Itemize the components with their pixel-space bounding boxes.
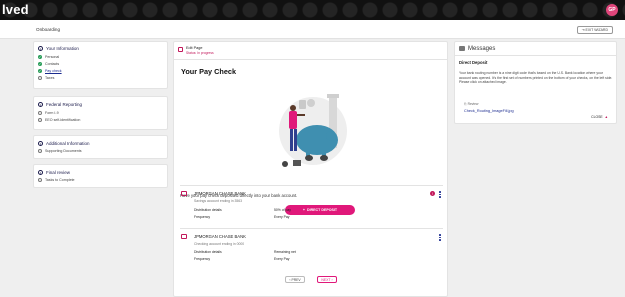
- check-icon: ✓: [38, 61, 42, 66]
- bank-icon: [181, 191, 187, 196]
- sidebar-item-eeo[interactable]: EEO self-identification: [34, 116, 167, 123]
- status-circle-icon: [38, 148, 42, 153]
- sidebar-item-pay-check[interactable]: ✓ Pay check: [34, 67, 167, 74]
- account-subtitle: Checking account ending in 0000: [194, 242, 245, 246]
- review-label: ⎘ Review: [464, 102, 479, 106]
- chevron-right-icon: ›: [331, 277, 333, 282]
- step-number: 3: [38, 141, 43, 146]
- next-button[interactable]: NEXT ›: [317, 276, 337, 283]
- chevron-left-icon: ‹: [289, 277, 291, 282]
- status-circle-icon: [38, 117, 42, 122]
- app-logo: lved: [2, 2, 29, 17]
- section-title: Your Information: [46, 46, 79, 51]
- account-card: JPMORGAN CHASE BANK Checking account end…: [180, 228, 443, 272]
- edit-page-icon: [178, 47, 183, 52]
- chevron-up-icon: ▲: [604, 115, 608, 119]
- section-title: Additional Information: [46, 141, 90, 146]
- bank-icon: [181, 234, 187, 239]
- page-title: Onboarding: [36, 27, 61, 32]
- edit-page-title: Edit Page: [186, 46, 203, 50]
- detail-row: Distribution details 50% of pay: [194, 208, 291, 212]
- message-body: Your bank routing number is a nine digit…: [459, 71, 613, 85]
- exit-wizard-label: EXIT WIZARD: [585, 27, 609, 32]
- prev-button[interactable]: ‹ PREV: [285, 276, 305, 283]
- status-circle-icon: [38, 177, 42, 182]
- step-number: 4: [38, 170, 43, 175]
- user-avatar[interactable]: GP: [606, 4, 618, 16]
- sidebar-section-additional-information: 3 Additional Information Supporting Docu…: [33, 135, 168, 159]
- check-icon: ✓: [38, 68, 42, 73]
- page-header: Onboarding ⇥ EXIT WIZARD: [0, 20, 625, 39]
- detail-row: Distribution details Remaining net: [194, 250, 296, 254]
- sidebar-section-final-review: 4 Final review Tasks to Complete: [33, 164, 168, 188]
- sidebar-item-personal[interactable]: ✓ Personal: [34, 53, 167, 60]
- piggy-bank-illustration: [279, 94, 347, 167]
- page-heading: Your Pay Check: [181, 67, 237, 76]
- top-bar: lved GP: [0, 0, 625, 20]
- sidebar-item-contacts[interactable]: ✓ Contacts: [34, 60, 167, 67]
- account-card: JPMORGAN CHASE BANK Savings account endi…: [180, 185, 443, 229]
- status-text: Status: In progress: [186, 51, 214, 55]
- account-subtitle: Savings account ending in 3563: [194, 199, 243, 203]
- sidebar-item-tasks-to-complete[interactable]: Tasks to Complete: [34, 176, 167, 183]
- section-title: Federal Reporting: [46, 102, 83, 107]
- step-number: 2: [38, 102, 43, 107]
- section-title: Final review: [46, 170, 71, 175]
- messages-panel: Messages Direct Deposit Your bank routin…: [454, 41, 617, 124]
- message-title: Direct Deposit: [459, 60, 488, 65]
- close-button[interactable]: CLOSE ▲: [591, 115, 608, 119]
- check-icon: ✓: [38, 54, 42, 59]
- status-circle-icon: [38, 110, 42, 115]
- sidebar-item-form-i9[interactable]: Form I-9: [34, 109, 167, 116]
- more-options-icon[interactable]: [439, 234, 441, 241]
- attachment-link[interactable]: Check_Routing_ImageFill.jpg: [464, 109, 514, 113]
- message-icon: [459, 46, 465, 51]
- status-circle-icon: [38, 75, 42, 80]
- main-panel-header: Edit Page Status: In progress: [174, 42, 447, 60]
- detail-row: Frequency Every Pay: [194, 215, 290, 219]
- step-number: 1: [38, 46, 43, 51]
- sidebar-item-supporting-documents[interactable]: Supporting Documents: [34, 147, 167, 154]
- detail-row: Frequency Every Pay: [194, 257, 290, 261]
- messages-header: Messages: [455, 42, 616, 56]
- bank-name: JPMORGAN CHASE BANK: [194, 234, 246, 239]
- main-panel: Edit Page Status: In progress Your Pay C…: [173, 41, 448, 297]
- attachment-icon: ⎘: [464, 102, 467, 106]
- sidebar-section-federal-reporting: 2 Federal Reporting Form I-9 EEO self-id…: [33, 96, 168, 130]
- exit-wizard-button[interactable]: ⇥ EXIT WIZARD: [576, 26, 613, 34]
- bank-name: JPMORGAN CHASE BANK: [194, 191, 246, 196]
- sidebar-item-taxes[interactable]: Taxes: [34, 74, 167, 81]
- messages-title: Messages: [468, 45, 496, 52]
- alert-icon[interactable]: !: [430, 191, 435, 196]
- header-pattern: [0, 0, 625, 20]
- exit-icon: ⇥: [581, 27, 585, 32]
- more-options-icon[interactable]: [439, 191, 441, 198]
- sidebar-section-your-information: 1 Your Information ✓ Personal ✓ Contacts ✓…: [33, 41, 168, 89]
